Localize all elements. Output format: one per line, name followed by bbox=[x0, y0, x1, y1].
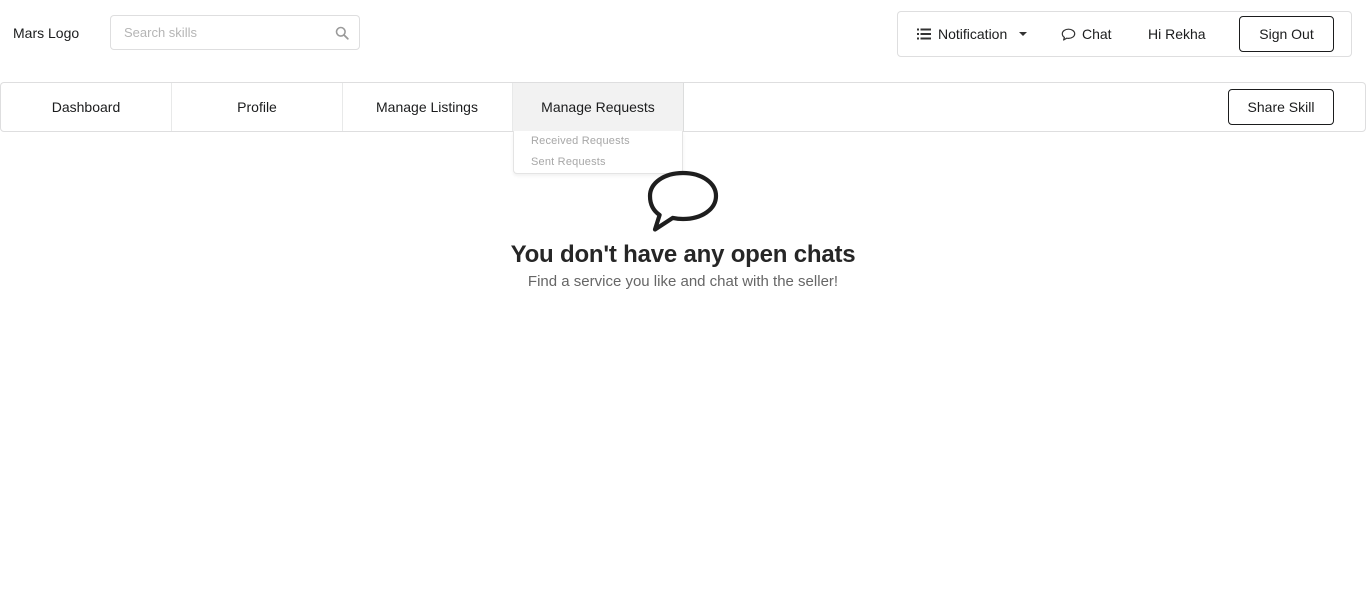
share-skill-button[interactable]: Share Skill bbox=[1228, 89, 1334, 125]
tab-manage-requests[interactable]: Manage Requests bbox=[513, 83, 684, 131]
tab-dashboard[interactable]: Dashboard bbox=[1, 83, 172, 131]
caret-down-icon bbox=[1019, 32, 1028, 36]
empty-state-subtitle: Find a service you like and chat with th… bbox=[527, 273, 839, 290]
top-menu: Notification Chat Hi Rekha Sign Out bbox=[897, 11, 1352, 57]
notification-dropdown[interactable]: Notification bbox=[917, 12, 1028, 56]
chat-icon bbox=[1061, 28, 1076, 41]
tab-profile[interactable]: Profile bbox=[172, 83, 343, 131]
mars-logo[interactable]: Mars Logo bbox=[13, 25, 79, 41]
chat-label: Chat bbox=[1082, 26, 1112, 42]
chat-link[interactable]: Chat bbox=[1061, 12, 1112, 56]
notification-label: Notification bbox=[938, 26, 1008, 42]
search-box bbox=[110, 15, 360, 50]
empty-chat-state: You don't have any open chats Find a ser… bbox=[0, 165, 1366, 290]
sign-out-button[interactable]: Sign Out bbox=[1239, 16, 1334, 52]
dropdown-item-received-requests[interactable]: Received Requests bbox=[531, 135, 630, 147]
list-icon bbox=[917, 28, 931, 40]
tab-manage-listings[interactable]: Manage Listings bbox=[342, 83, 513, 131]
search-input[interactable] bbox=[111, 16, 321, 49]
speech-bubble-icon bbox=[647, 170, 719, 232]
main-nav: Dashboard Profile Manage Listings Manage… bbox=[0, 82, 1366, 132]
search-icon[interactable] bbox=[335, 26, 349, 40]
empty-state-title: You don't have any open chats bbox=[510, 241, 856, 268]
user-greeting[interactable]: Hi Rekha bbox=[1148, 12, 1206, 56]
